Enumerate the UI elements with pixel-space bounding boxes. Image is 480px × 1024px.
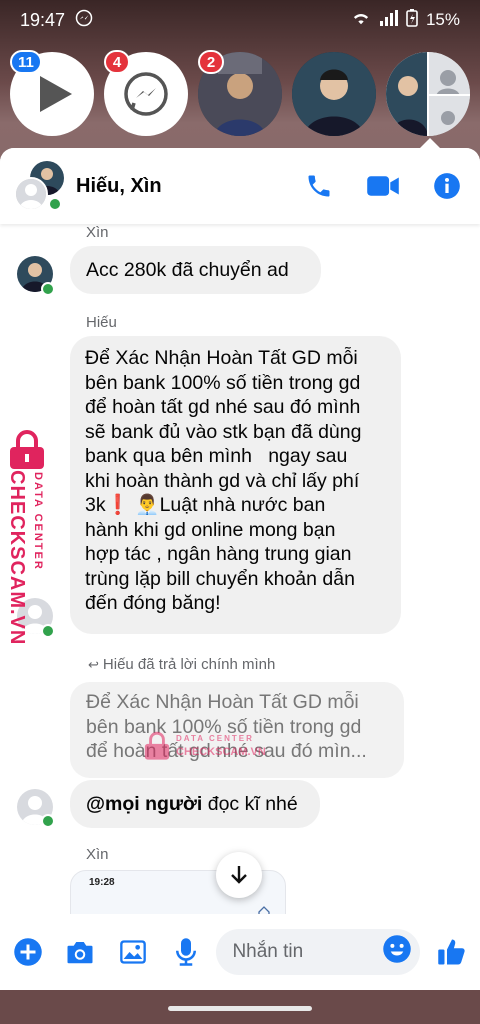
message-input[interactable]: Nhắn tin [216, 929, 421, 975]
wifi-icon [350, 10, 372, 31]
mention-text[interactable]: @mọi người [86, 793, 202, 815]
info-icon [434, 173, 460, 199]
message-line: đến đóng băng! [85, 592, 221, 614]
messenger-head-badge: 4 [104, 50, 130, 74]
contact-chat-head-2[interactable] [292, 52, 376, 136]
message-line: để hoàn tất gd nhé sau đó mình [85, 396, 361, 418]
message-line: sẽ bank đủ vào stk bạn đã dùng [85, 420, 362, 443]
message-bubble[interactable]: Acc 280k đã chuyển ad [70, 246, 321, 294]
smiley-icon [383, 935, 412, 963]
voice-call-button[interactable] [300, 167, 338, 205]
message-line: bank qua bên mình ngay sau [85, 445, 348, 467]
composer-bar: Nhắn tin [0, 914, 480, 990]
thumbs-up-icon [438, 939, 465, 965]
signal-icon [379, 9, 398, 31]
chat-header: Hiếu, Xìn [0, 148, 480, 224]
message-input-placeholder: Nhắn tin [232, 941, 304, 962]
watermark-line-2: CHECKSCAM.VN [6, 470, 28, 646]
lock-watermark-icon [10, 430, 44, 469]
video-camera-icon [367, 176, 399, 196]
scroll-to-bottom-button[interactable] [216, 852, 262, 898]
message-bubble-long[interactable]: Để Xác Nhận Hoàn Tất GD mỗi bên bank 100… [70, 336, 401, 634]
gallery-button[interactable] [115, 934, 151, 970]
chat-title[interactable]: Hiếu, Xìn [76, 175, 274, 198]
sender-name: Hiếu [86, 314, 117, 331]
status-bar: 19:47 15% [0, 0, 480, 40]
message-line: khi hoàn thành gd và chỉ lấy phí [85, 469, 360, 492]
watermark-center-line-2: CHECKSCAM.VN [176, 746, 266, 758]
lock-watermark-icon [144, 731, 170, 760]
home-indicator[interactable] [168, 1006, 312, 1011]
battery-percent: 15% [425, 10, 460, 29]
message-line: hợp tác , ngân hàng trung gian [85, 543, 352, 565]
video-head-badge: 11 [10, 50, 42, 74]
sender-name: Xìn [86, 224, 109, 241]
voice-record-button[interactable] [168, 934, 204, 970]
watermark-center: DATA CENTER CHECKSCAM.VN [142, 730, 312, 770]
more-actions-button[interactable] [10, 934, 46, 970]
message-line: bên bank 100% số tiền trong gd [85, 371, 361, 394]
contact-head-1-badge: 2 [198, 50, 224, 74]
group-avatar[interactable] [14, 161, 64, 211]
image-icon [120, 940, 146, 964]
camera-button[interactable] [63, 934, 99, 970]
video-call-button[interactable] [364, 167, 402, 205]
reply-note-text: Hiếu đã trả lời chính mình [102, 656, 276, 673]
message-line: 3k❗ 👨‍💼Luật nhà nước ban [85, 494, 326, 516]
info-button[interactable] [428, 167, 466, 205]
contact-photo-3 [386, 52, 470, 136]
chat-heads-row: 11 4 2 [10, 50, 470, 138]
reply-note: ↩ Hiếu đã trả lời chính mình [88, 656, 275, 673]
chat-panel: Hiếu, Xìn Xìn Acc 280k đã chuyển ad Hiếu… [0, 148, 480, 990]
contact-photo-2 [292, 52, 376, 136]
message-line: trùng lặp bill chuyển khoản dẫn [85, 567, 355, 590]
arrow-down-icon [231, 866, 247, 884]
emoji-button[interactable] [382, 934, 412, 970]
online-indicator [41, 282, 55, 296]
preview-time: 19:28 [89, 877, 115, 888]
sender-name: Xìn [86, 846, 109, 863]
group-avatar-default [14, 177, 48, 211]
messenger-notification-icon [75, 9, 93, 32]
message-list[interactable]: Xìn Acc 280k đã chuyển ad Hiếu Để Xác Nh… [0, 224, 480, 950]
contact-chat-head-3[interactable] [386, 52, 470, 136]
message-text: đọc kĩ nhé [202, 793, 298, 815]
online-indicator [48, 197, 62, 211]
quoted-line: Để Xác Nhận Hoàn Tất GD mỗi [86, 691, 359, 713]
message-line: Để Xác Nhận Hoàn Tất GD mỗi [85, 347, 358, 369]
message-line: hành khi gd online mong bạn [85, 518, 336, 541]
status-time: 19:47 [20, 9, 66, 30]
camera-icon [67, 942, 93, 964]
message-bubble-mention[interactable]: @mọi người đọc kĩ nhé [70, 780, 320, 828]
plus-circle-icon [14, 938, 42, 966]
like-button[interactable] [434, 934, 470, 970]
battery-icon [406, 8, 418, 32]
phone-icon [308, 175, 330, 197]
watermark-line-1: DATA CENTER [32, 472, 44, 571]
watermark-center-line-1: DATA CENTER [176, 734, 254, 743]
reply-arrow-icon: ↩ [88, 657, 99, 672]
online-indicator [41, 814, 55, 828]
watermark-side: DATA CENTER CHECKSCAM.VN [4, 430, 56, 645]
microphone-icon [175, 938, 196, 966]
